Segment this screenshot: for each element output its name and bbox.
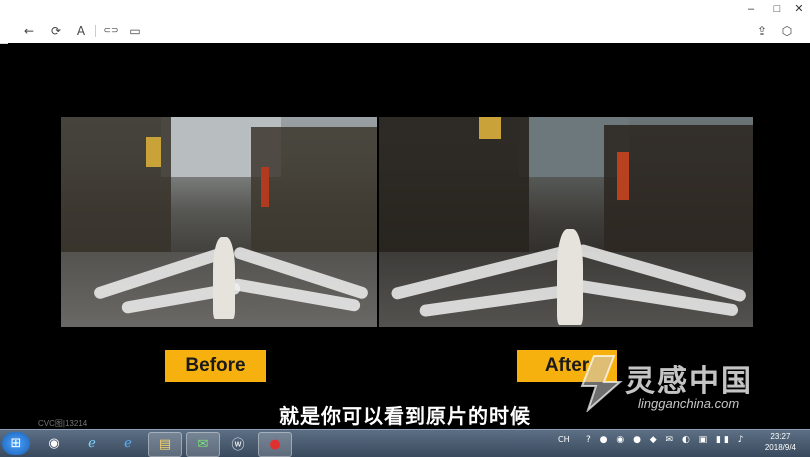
box-icon[interactable]: ⬡ — [778, 22, 796, 40]
minimize-button[interactable]: – — [742, 2, 760, 16]
taskbar-recorder-icon[interactable]: ● — [258, 432, 292, 457]
link-icon[interactable]: ⊂⊃ — [102, 22, 120, 40]
share-icon[interactable]: ⇪ — [753, 22, 771, 40]
app-toolbar: – □ ✕ ← ⟳ A ⊂⊃ ▭ ⇪ ⬡ — [0, 0, 810, 44]
taskbar-app-w-icon[interactable]: ⓦ — [222, 432, 254, 455]
taskbar-app-1-icon[interactable]: ◉ — [38, 432, 70, 455]
taskbar-wechat-icon[interactable]: ✉ — [186, 432, 220, 457]
start-button[interactable]: ⊞ — [2, 432, 30, 455]
taskbar-clock[interactable]: 23:27 2018/9/4 — [765, 431, 796, 453]
taskbar-explorer-icon[interactable]: ▤ — [148, 432, 182, 457]
clock-date: 2018/9/4 — [764, 443, 796, 452]
before-photo — [61, 117, 377, 327]
system-tray-icons[interactable]: ? ● ◉ ● ◆ ✉ ◐ ▣ ▮▮ ♪ — [586, 435, 747, 445]
toolbar-divider — [95, 25, 96, 37]
text-icon[interactable]: A — [72, 22, 90, 40]
taskbar-app-2-icon[interactable]: ℯ — [76, 432, 108, 455]
close-button[interactable]: ✕ — [790, 2, 808, 16]
before-label: Before — [165, 350, 266, 382]
taskbar-ie-icon[interactable]: ℯ — [112, 432, 144, 455]
input-language-indicator[interactable]: CH — [558, 435, 570, 444]
window-icon[interactable]: ▭ — [126, 22, 144, 40]
back-icon[interactable]: ← — [20, 22, 38, 40]
maximize-button[interactable]: □ — [768, 2, 786, 16]
refresh-icon[interactable]: ⟳ — [47, 22, 65, 40]
video-subtitle: 就是你可以看到原片的时候 — [279, 406, 531, 428]
after-photo — [379, 117, 753, 327]
clock-time: 23:27 — [770, 432, 791, 441]
watermark-chinese: 灵感中国 — [625, 365, 753, 398]
windows-taskbar: ⊞ ◉ ℯ ℯ ▤ ✉ ⓦ ● CH ? ● ◉ ● ◆ ✉ ◐ ▣ ▮▮ ♪ … — [0, 429, 810, 457]
